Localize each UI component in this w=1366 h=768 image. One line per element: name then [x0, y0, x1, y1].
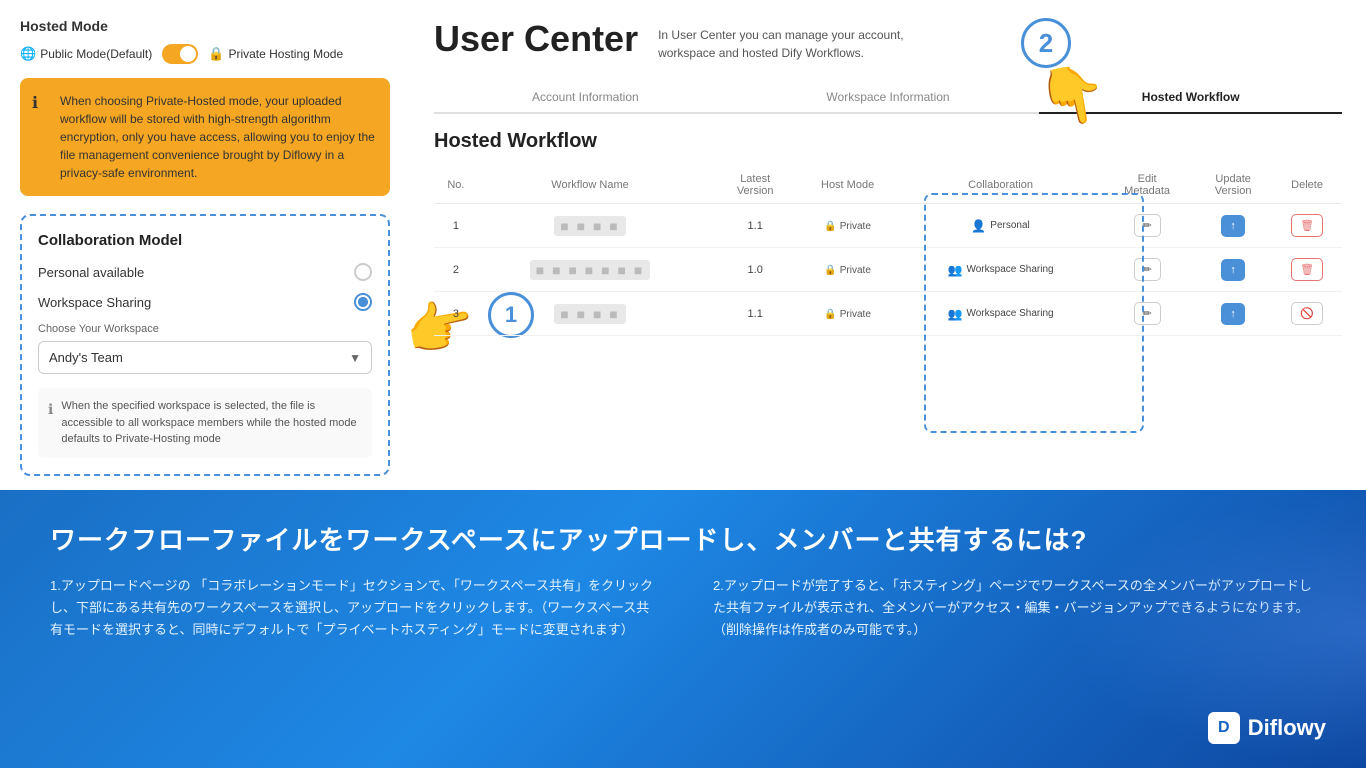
bottom-content: 1.アップロードページの 「コラボレーションモード」セクションで、「ワークスペー… — [50, 575, 1316, 738]
row3-no: 3 — [434, 292, 478, 336]
mode-toggle-switch[interactable] — [162, 44, 198, 64]
col-edit-metadata: EditMetadata — [1100, 167, 1194, 204]
row1-update: ↑ — [1194, 204, 1272, 248]
table-row: 2 ■ ■ ■ ■ ■ ■ ■ 1.0 🔒 Private 👥 W — [434, 248, 1342, 292]
col-host-mode: Host Mode — [794, 167, 901, 204]
globe-icon: 🌐 — [20, 46, 36, 62]
row1-no: 1 — [434, 204, 478, 248]
row3-name: ■ ■ ■ ■ — [478, 292, 702, 336]
row3-host-mode: 🔒 Private — [794, 292, 901, 336]
lock-icon: 🔒 — [824, 309, 836, 320]
lock-icon: 🔒 — [824, 265, 836, 276]
col-collaboration: Collaboration — [901, 167, 1100, 204]
tab-account-information[interactable]: Account Information — [434, 82, 737, 114]
row1-collab: 👤 Personal — [901, 204, 1100, 248]
update-button-row1[interactable]: ↑ — [1221, 215, 1245, 237]
update-button-row3[interactable]: ↑ — [1221, 303, 1245, 325]
warning-box: ℹ When choosing Private-Hosted mode, you… — [20, 78, 390, 196]
diflowy-icon: D — [1208, 712, 1240, 744]
lock-icon: 🔒 — [824, 221, 836, 232]
row2-name: ■ ■ ■ ■ ■ ■ ■ — [478, 248, 702, 292]
delete-button-row3[interactable]: 🚫 — [1291, 302, 1323, 325]
row1-edit: ✏ — [1100, 204, 1194, 248]
row2-update: ↑ — [1194, 248, 1272, 292]
diflowy-text: Diflowy — [1248, 715, 1326, 741]
lock-icon: 🔒 — [208, 46, 224, 62]
bottom-title: ワークフローファイルをワークスペースにアップロードし、メンバーと共有するには? — [50, 520, 1316, 557]
row1-version: 1.1 — [716, 204, 794, 248]
tabs-row: Account Information Workspace Informatio… — [434, 82, 1342, 114]
bottom-col1: 1.アップロードページの 「コラボレーションモード」セクションで、「ワークスペー… — [50, 575, 653, 738]
row2-version: 1.0 — [716, 248, 794, 292]
diflowy-logo: D Diflowy — [1208, 712, 1326, 744]
row1-host-mode: 🔒 Private — [794, 204, 901, 248]
table-row: 1 ■ ■ ■ ■ 1.1 🔒 Private 👤 Persona — [434, 204, 1342, 248]
workspace-radio[interactable] — [354, 293, 372, 311]
group-icon: 👥 — [948, 263, 963, 277]
workspace-sharing-label: Workspace Sharing — [38, 295, 151, 310]
bottom-section: ワークフローファイルをワークスペースにアップロードし、メンバーと共有するには? … — [0, 490, 1366, 768]
edit-button-row2[interactable]: ✏ — [1134, 258, 1161, 281]
workspace-dropdown[interactable]: Andy's Team ▼ — [38, 341, 372, 374]
hosted-mode-title: Hosted Mode — [20, 18, 390, 34]
col-spacer — [702, 167, 716, 204]
col-workflow-name: Workflow Name — [478, 167, 702, 204]
delete-button-row1[interactable]: 🗑 — [1291, 214, 1323, 237]
row2-host-mode: 🔒 Private — [794, 248, 901, 292]
edit-button-row1[interactable]: ✏ — [1134, 214, 1161, 237]
user-center-header: User Center In User Center you can manag… — [434, 18, 1342, 62]
row2-no: 2 — [434, 248, 478, 292]
row3-delete: 🚫 — [1272, 292, 1342, 336]
info-note: ℹ When the specified workspace is select… — [38, 388, 372, 458]
mode-toggle-row: 🌐 Public Mode(Default) 🔒 Private Hosting… — [20, 44, 390, 64]
row3-version: 1.1 — [716, 292, 794, 336]
personal-radio[interactable] — [354, 263, 372, 281]
personal-label: Personal available — [38, 265, 144, 280]
person-icon: 👤 — [971, 219, 986, 233]
edit-button-row3[interactable]: ✏ — [1134, 302, 1161, 325]
row2-collab: 👥 Workspace Sharing — [901, 248, 1100, 292]
note-info-icon: ℹ — [48, 399, 53, 420]
row1-delete: 🗑 — [1272, 204, 1342, 248]
update-button-row2[interactable]: ↑ — [1221, 259, 1245, 281]
hosted-workflow-title: Hosted Workflow — [434, 130, 1342, 153]
user-center-description: In User Center you can manage your accou… — [658, 18, 938, 62]
row3-update: ↑ — [1194, 292, 1272, 336]
personal-option-row[interactable]: Personal available — [38, 263, 372, 281]
row3-collab: 👥 Workspace Sharing — [901, 292, 1100, 336]
user-center-title: User Center — [434, 18, 638, 60]
table-row: 3 ■ ■ ■ ■ 1.1 🔒 Private 👥 Workspa — [434, 292, 1342, 336]
workflow-table-wrapper: No. Workflow Name LatestVersion Host Mod… — [434, 167, 1342, 336]
col-update-version: UpdateVersion — [1194, 167, 1272, 204]
private-hosting-label: 🔒 Private Hosting Mode — [208, 46, 343, 62]
public-mode-label: 🌐 Public Mode(Default) — [20, 46, 152, 62]
chevron-down-icon: ▼ — [349, 351, 361, 365]
row1-name: ■ ■ ■ ■ — [478, 204, 702, 248]
workspace-option-row[interactable]: Workspace Sharing — [38, 293, 372, 311]
hand-pointer-right: 👉 — [1033, 55, 1110, 135]
row2-edit: ✏ — [1100, 248, 1194, 292]
row3-edit: ✏ — [1100, 292, 1194, 336]
right-panel: User Center In User Center you can manag… — [410, 0, 1366, 490]
collaboration-container: Collaboration Model Personal available W… — [20, 214, 390, 476]
tab-workspace-information[interactable]: Workspace Information — [737, 82, 1040, 114]
col-latest-version: LatestVersion — [716, 167, 794, 204]
delete-button-row2[interactable]: 🗑 — [1291, 258, 1323, 281]
info-icon: ℹ — [32, 92, 38, 116]
workspace-select-row: Andy's Team ▼ — [38, 341, 372, 374]
row2-delete: 🗑 — [1272, 248, 1342, 292]
workflow-table: No. Workflow Name LatestVersion Host Mod… — [434, 167, 1342, 336]
col-no: No. — [434, 167, 478, 204]
group-icon: 👥 — [948, 307, 963, 321]
choose-workspace-label: Choose Your Workspace — [38, 323, 372, 335]
collab-title: Collaboration Model — [38, 232, 372, 249]
col-delete: Delete — [1272, 167, 1342, 204]
left-panel: Hosted Mode 🌐 Public Mode(Default) 🔒 Pri… — [0, 0, 410, 490]
workspace-value: Andy's Team — [49, 350, 123, 365]
